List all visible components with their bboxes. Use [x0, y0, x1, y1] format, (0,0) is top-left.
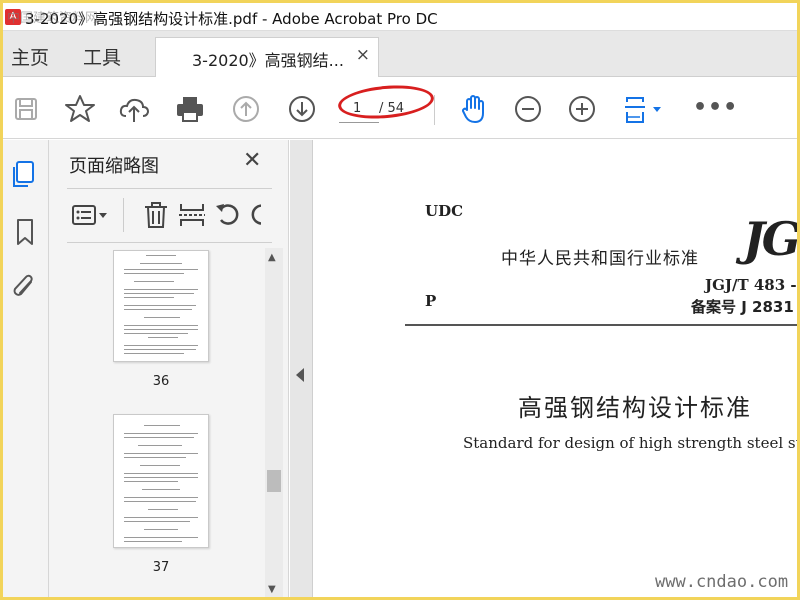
tab-strip: 主页 工具 3-2020》高强钢结... ×: [3, 31, 797, 77]
panel-toolbar: [67, 196, 277, 236]
main-toolbar: 1 / 54 •••: [3, 77, 797, 139]
page-total: / 54: [379, 101, 405, 116]
attachments-icon[interactable]: [9, 272, 41, 304]
acrobat-app-icon: A: [5, 9, 21, 25]
thumbnails-panel: 页面缩略图 ✕ 36 37 ▲ ▼: [49, 140, 289, 597]
hand-tool-icon[interactable]: [457, 92, 491, 126]
page-thumbnails-icon[interactable]: [9, 158, 41, 190]
bookmarks-icon[interactable]: [9, 216, 41, 248]
panel-divider: [67, 188, 272, 189]
panel-title: 页面缩略图: [69, 156, 159, 177]
document-title-cn: 高强钢结构设计标准: [518, 394, 752, 422]
save-icon[interactable]: [9, 92, 43, 126]
page-number-input[interactable]: 1: [339, 97, 379, 123]
panel-divider: [67, 242, 272, 243]
acrobat-window: A 3-2020》高强钢结构设计标准.pdf - Adobe Acrobat P…: [3, 3, 797, 597]
document-view[interactable]: UDC 中华人民共和国行业标准 JG JGJ/T 483 - P 备案号 J 2…: [312, 140, 797, 597]
insert-page-icon[interactable]: [177, 200, 207, 230]
page-down-icon[interactable]: [285, 92, 319, 126]
pdf-page: UDC 中华人民共和国行业标准 JG JGJ/T 483 - P 备案号 J 2…: [312, 140, 797, 597]
tab-document[interactable]: 3-2020》高强钢结... ×: [155, 37, 379, 77]
delete-page-icon[interactable]: [141, 200, 171, 230]
options-menu-icon[interactable]: [71, 200, 111, 230]
scroll-up-arrow-icon[interactable]: ▲: [268, 252, 276, 263]
page-up-icon[interactable]: [229, 92, 263, 126]
scroll-down-arrow-icon[interactable]: ▼: [268, 584, 276, 595]
collapse-left-arrow-icon[interactable]: [296, 368, 304, 382]
tab-home[interactable]: 主页: [11, 43, 49, 70]
thumbnail-page-number: 36: [152, 374, 170, 389]
rotate-page-icon[interactable]: [213, 200, 243, 230]
thumbnail-scrollbar[interactable]: ▲ ▼: [265, 248, 283, 597]
document-title-en: Standard for design of high strength ste…: [463, 434, 797, 452]
thumbnail-page-number: 37: [152, 560, 170, 575]
print-icon[interactable]: [173, 92, 207, 126]
panel-toolbar-divider: [123, 198, 124, 232]
header-rule: [405, 324, 797, 326]
close-panel-icon[interactable]: ✕: [243, 148, 261, 173]
standard-code: JGJ/T 483 -: [705, 276, 797, 294]
jg-standard-logo: JG: [743, 212, 797, 266]
thumbnail-page-37[interactable]: [113, 414, 209, 548]
scrollbar-thumb[interactable]: [267, 470, 281, 492]
p-label: P: [425, 292, 437, 310]
thumbnail-page-36[interactable]: [113, 250, 209, 362]
filing-number: 备案号 J 2831 -: [691, 298, 797, 316]
zoom-in-icon[interactable]: [565, 92, 599, 126]
url-watermark: www.cndao.com: [655, 572, 789, 592]
tab-document-label: 3-2020》高强钢结...: [192, 51, 344, 70]
more-tools-icon[interactable]: •••: [693, 95, 738, 120]
cloud-upload-icon[interactable]: [117, 92, 151, 126]
zoom-out-icon[interactable]: [511, 92, 545, 126]
udc-label: UDC: [425, 202, 464, 220]
window-title: 3-2020》高强钢结构设计标准.pdf - Adobe Acrobat Pro…: [25, 10, 438, 28]
fit-page-icon[interactable]: [621, 92, 667, 126]
rotate-clockwise-icon[interactable]: [247, 200, 261, 230]
panel-collapse-bar[interactable]: [290, 140, 312, 597]
thumbnail-list: 36 37: [49, 248, 263, 597]
tab-tools[interactable]: 工具: [83, 43, 121, 70]
toolbar-divider: [434, 95, 435, 125]
close-tab-icon[interactable]: ×: [356, 45, 370, 65]
title-bar: A 3-2020》高强钢结构设计标准.pdf - Adobe Acrobat P…: [3, 3, 797, 31]
standard-header: 中华人民共和国行业标准: [501, 249, 699, 269]
bookmark-star-icon[interactable]: [63, 92, 97, 126]
navigation-rail: [3, 140, 49, 597]
